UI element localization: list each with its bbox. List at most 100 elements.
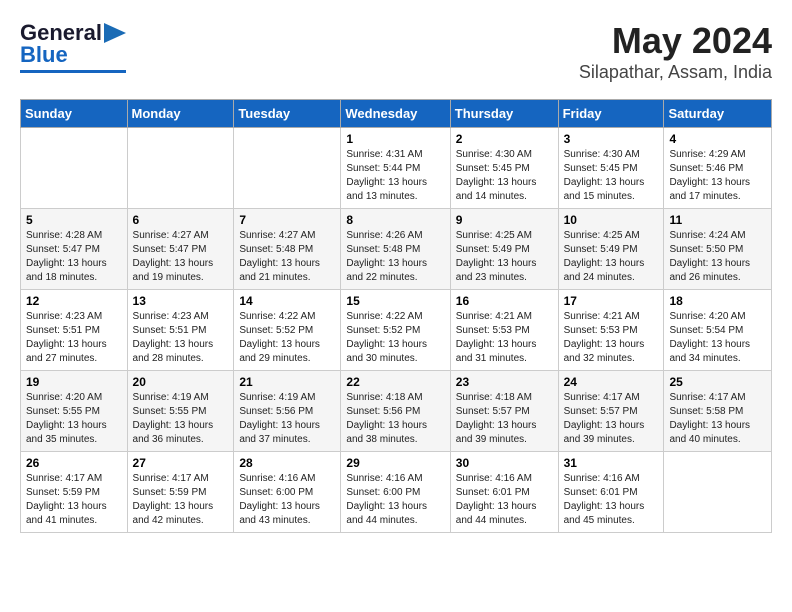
logo-text-blue: Blue [20,42,68,68]
calendar-title: May 2024 [579,20,772,62]
calendar-cell: 8 Sunrise: 4:26 AM Sunset: 5:48 PM Daylig… [341,209,450,290]
calendar-cell: 20 Sunrise: 4:19 AM Sunset: 5:55 PM Dayli… [127,371,234,452]
day-number: 31 [564,456,659,470]
calendar-cell: 15 Sunrise: 4:22 AM Sunset: 5:52 PM Dayli… [341,290,450,371]
day-info: Sunrise: 4:19 AM Sunset: 5:56 PM Dayligh… [239,391,335,447]
calendar-cell: 27 Sunrise: 4:17 AM Sunset: 5:59 PM Dayli… [127,452,234,533]
day-number: 9 [456,213,553,227]
calendar-cell: 25 Sunrise: 4:17 AM Sunset: 5:58 PM Dayli… [664,371,772,452]
day-number: 13 [133,294,229,308]
calendar-cell: 6Sunrise: 4:27 AM Sunset: 5:47 PM Daylig… [127,209,234,290]
day-info: Sunrise: 4:29 AM Sunset: 5:46 PM Dayligh… [669,148,766,204]
day-number: 27 [133,456,229,470]
logo-underline [20,70,126,73]
title-block: May 2024 Silapathar, Assam, India [579,20,772,83]
day-info: Sunrise: 4:22 AM Sunset: 5:52 PM Dayligh… [239,310,335,366]
calendar-cell: 3 Sunrise: 4:30 AM Sunset: 5:45 PM Daylig… [558,128,664,209]
calendar-cell: 30 Sunrise: 4:16 AM Sunset: 6:01 PM Dayli… [450,452,558,533]
calendar-cell: 31 Sunrise: 4:16 AM Sunset: 6:01 PM Dayli… [558,452,664,533]
day-number: 11 [669,213,766,227]
calendar-cell: 29 Sunrise: 4:16 AM Sunset: 6:00 PM Dayli… [341,452,450,533]
day-number: 1 [346,132,444,146]
day-info: Sunrise: 4:16 AM Sunset: 6:01 PM Dayligh… [456,472,553,528]
day-number: 20 [133,375,229,389]
weekday-header-wednesday: Wednesday [341,100,450,128]
calendar-cell: 1Sunrise: 4:31 AM Sunset: 5:44 PM Daylig… [341,128,450,209]
calendar-cell: 18Sunrise: 4:20 AM Sunset: 5:54 PM Dayli… [664,290,772,371]
day-number: 19 [26,375,122,389]
calendar-cell: 17Sunrise: 4:21 AM Sunset: 5:53 PM Dayli… [558,290,664,371]
day-info: Sunrise: 4:18 AM Sunset: 5:57 PM Dayligh… [456,391,553,447]
logo: General Blue [20,20,126,73]
calendar-cell: 14 Sunrise: 4:22 AM Sunset: 5:52 PM Dayli… [234,290,341,371]
day-info: Sunrise: 4:25 AM Sunset: 5:49 PM Dayligh… [456,229,553,285]
day-number: 3 [564,132,659,146]
weekday-header-saturday: Saturday [664,100,772,128]
day-number: 12 [26,294,122,308]
calendar-cell: 26Sunrise: 4:17 AM Sunset: 5:59 PM Dayli… [21,452,128,533]
day-number: 21 [239,375,335,389]
calendar-table: SundayMondayTuesdayWednesdayThursdayFrid… [20,99,772,533]
day-number: 29 [346,456,444,470]
week-row-4: 26Sunrise: 4:17 AM Sunset: 5:59 PM Dayli… [21,452,772,533]
calendar-subtitle: Silapathar, Assam, India [579,62,772,83]
week-row-2: 12 Sunrise: 4:23 AM Sunset: 5:51 PM Dayli… [21,290,772,371]
day-number: 10 [564,213,659,227]
day-info: Sunrise: 4:27 AM Sunset: 5:47 PM Dayligh… [133,229,229,285]
day-info: Sunrise: 4:21 AM Sunset: 5:53 PM Dayligh… [456,310,553,366]
day-number: 23 [456,375,553,389]
day-number: 28 [239,456,335,470]
day-info: Sunrise: 4:27 AM Sunset: 5:48 PM Dayligh… [239,229,335,285]
day-info: Sunrise: 4:28 AM Sunset: 5:47 PM Dayligh… [26,229,122,285]
weekday-header-row: SundayMondayTuesdayWednesdayThursdayFrid… [21,100,772,128]
calendar-cell [664,452,772,533]
day-info: Sunrise: 4:16 AM Sunset: 6:00 PM Dayligh… [346,472,444,528]
calendar-cell: 2 Sunrise: 4:30 AM Sunset: 5:45 PM Daylig… [450,128,558,209]
day-info: Sunrise: 4:19 AM Sunset: 5:55 PM Dayligh… [133,391,229,447]
day-info: Sunrise: 4:30 AM Sunset: 5:45 PM Dayligh… [456,148,553,204]
week-row-3: 19 Sunrise: 4:20 AM Sunset: 5:55 PM Dayli… [21,371,772,452]
calendar-cell [21,128,128,209]
calendar-cell: 22Sunrise: 4:18 AM Sunset: 5:56 PM Dayli… [341,371,450,452]
day-info: Sunrise: 4:30 AM Sunset: 5:45 PM Dayligh… [564,148,659,204]
day-number: 22 [346,375,444,389]
day-number: 18 [669,294,766,308]
page-header: General Blue May 2024 Silapathar, Assam,… [20,20,772,83]
day-number: 30 [456,456,553,470]
calendar-cell: 7Sunrise: 4:27 AM Sunset: 5:48 PM Daylig… [234,209,341,290]
calendar-cell: 10Sunrise: 4:25 AM Sunset: 5:49 PM Dayli… [558,209,664,290]
weekday-header-monday: Monday [127,100,234,128]
calendar-cell: 11Sunrise: 4:24 AM Sunset: 5:50 PM Dayli… [664,209,772,290]
day-info: Sunrise: 4:17 AM Sunset: 5:59 PM Dayligh… [133,472,229,528]
day-info: Sunrise: 4:23 AM Sunset: 5:51 PM Dayligh… [26,310,122,366]
calendar-cell: 19 Sunrise: 4:20 AM Sunset: 5:55 PM Dayli… [21,371,128,452]
day-info: Sunrise: 4:23 AM Sunset: 5:51 PM Dayligh… [133,310,229,366]
week-row-1: 5 Sunrise: 4:28 AM Sunset: 5:47 PM Daylig… [21,209,772,290]
day-number: 8 [346,213,444,227]
day-info: Sunrise: 4:17 AM Sunset: 5:59 PM Dayligh… [26,472,122,528]
day-number: 2 [456,132,553,146]
day-info: Sunrise: 4:22 AM Sunset: 5:52 PM Dayligh… [346,310,444,366]
day-info: Sunrise: 4:17 AM Sunset: 5:58 PM Dayligh… [669,391,766,447]
weekday-header-friday: Friday [558,100,664,128]
calendar-cell: 24 Sunrise: 4:17 AM Sunset: 5:57 PM Dayli… [558,371,664,452]
calendar-cell [127,128,234,209]
day-number: 15 [346,294,444,308]
day-info: Sunrise: 4:17 AM Sunset: 5:57 PM Dayligh… [564,391,659,447]
day-number: 25 [669,375,766,389]
day-number: 5 [26,213,122,227]
day-info: Sunrise: 4:20 AM Sunset: 5:55 PM Dayligh… [26,391,122,447]
calendar-cell: 13 Sunrise: 4:23 AM Sunset: 5:51 PM Dayli… [127,290,234,371]
day-info: Sunrise: 4:26 AM Sunset: 5:48 PM Dayligh… [346,229,444,285]
calendar-cell: 9 Sunrise: 4:25 AM Sunset: 5:49 PM Daylig… [450,209,558,290]
weekday-header-tuesday: Tuesday [234,100,341,128]
day-number: 16 [456,294,553,308]
day-number: 17 [564,294,659,308]
day-info: Sunrise: 4:16 AM Sunset: 6:01 PM Dayligh… [564,472,659,528]
day-number: 24 [564,375,659,389]
calendar-cell: 23 Sunrise: 4:18 AM Sunset: 5:57 PM Dayli… [450,371,558,452]
logo-arrow-icon [104,23,126,43]
day-number: 14 [239,294,335,308]
weekday-header-thursday: Thursday [450,100,558,128]
week-row-0: 1Sunrise: 4:31 AM Sunset: 5:44 PM Daylig… [21,128,772,209]
